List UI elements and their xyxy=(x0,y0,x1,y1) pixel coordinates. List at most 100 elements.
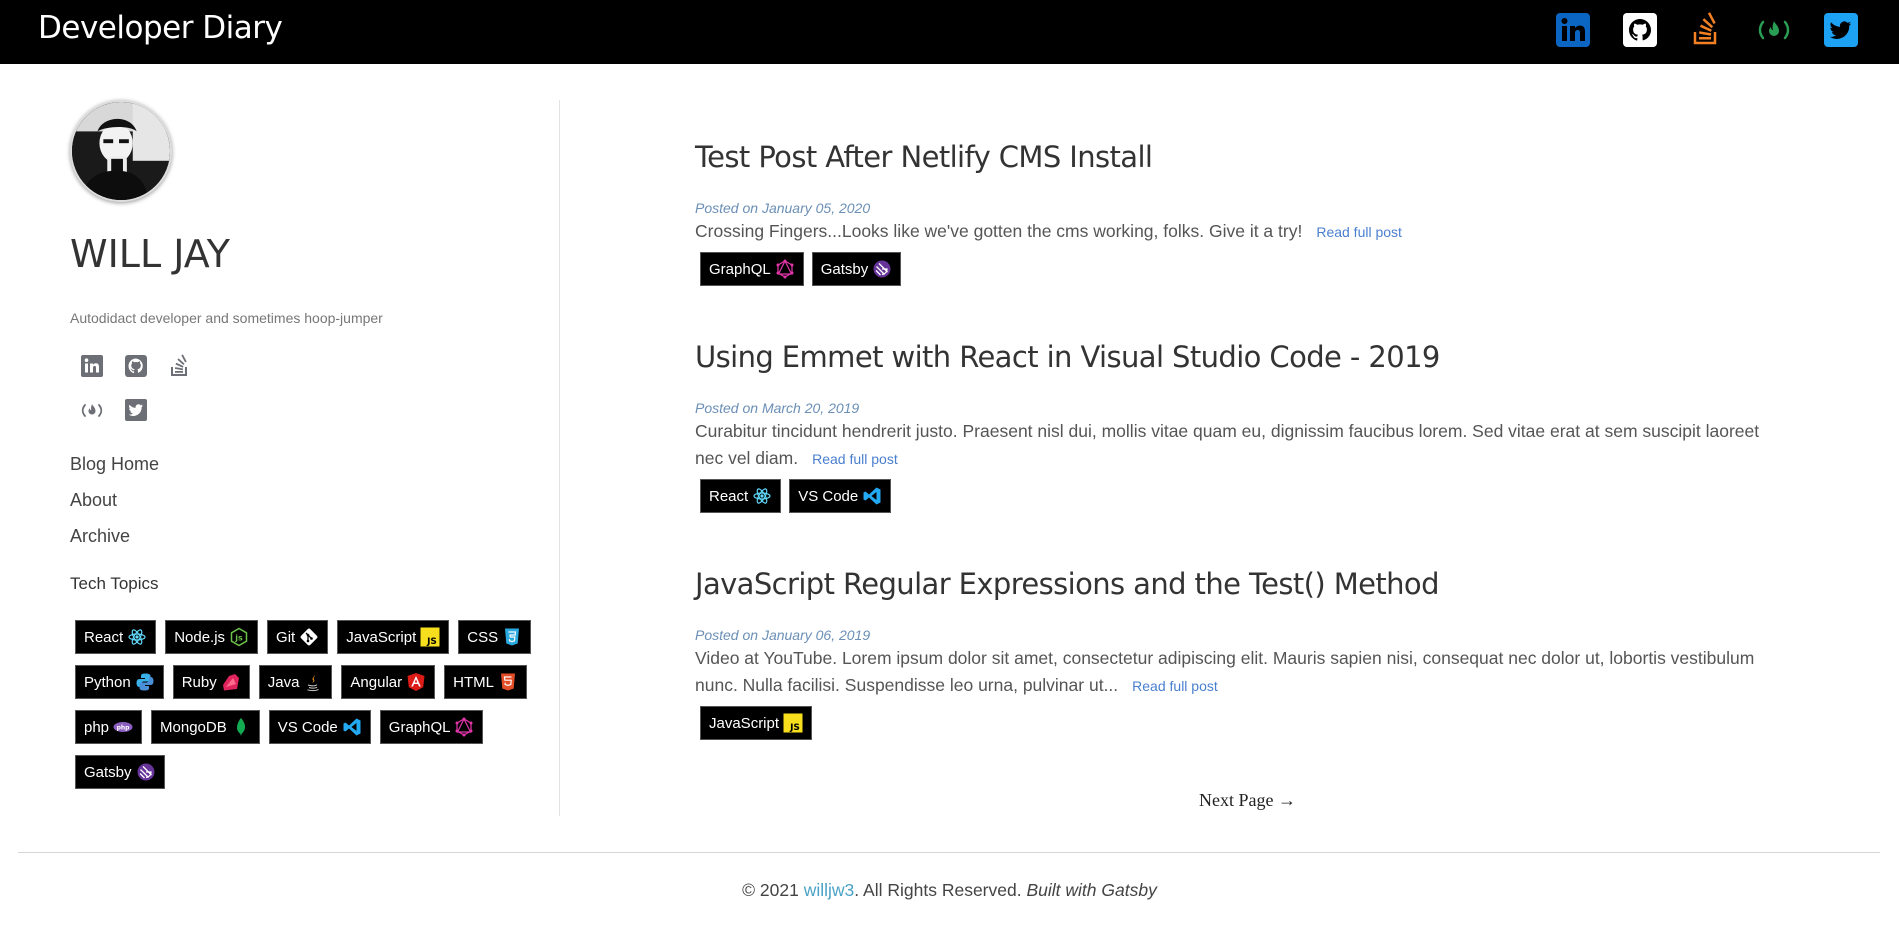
tag-react[interactable]: React xyxy=(700,479,782,513)
post-tags: JavaScript JS xyxy=(695,706,1775,740)
tech-topics-heading: Tech Topics xyxy=(70,574,159,593)
tag-graphql[interactable]: GraphQL xyxy=(379,710,484,744)
next-page-link[interactable]: Next Page → xyxy=(1199,790,1296,811)
post-title[interactable]: Test Post After Netlify CMS Install xyxy=(695,140,1775,174)
stackoverflow-icon[interactable] xyxy=(168,354,192,378)
linkedin-icon[interactable] xyxy=(1555,12,1591,48)
footer-gatsby-link[interactable]: Gatsby xyxy=(1101,880,1156,900)
php-icon: php xyxy=(113,717,133,737)
svg-text:JS: JS xyxy=(426,637,437,647)
post-excerpt-text: Crossing Fingers...Looks like we've gott… xyxy=(695,221,1303,241)
read-full-post-link[interactable]: Read full post xyxy=(1132,678,1218,694)
post-item: Using Emmet with React in Visual Studio … xyxy=(695,340,1775,513)
tag-html[interactable]: HTML xyxy=(444,665,527,699)
css-icon xyxy=(502,627,522,647)
tag-label: CSS xyxy=(467,628,499,646)
tag-label: VS Code xyxy=(277,718,338,736)
vertical-divider xyxy=(559,100,560,816)
tag-gatsby[interactable]: Gatsby xyxy=(811,252,902,286)
tag-label: React xyxy=(709,487,749,505)
tag-label: GraphQL xyxy=(388,718,451,736)
tag-react[interactable]: React xyxy=(75,620,157,654)
tag-label: JavaScript xyxy=(346,628,417,646)
svg-text:js: js xyxy=(234,634,243,643)
site-brand[interactable]: Developer Diary xyxy=(38,10,283,46)
nav-blog-home[interactable]: Blog Home xyxy=(70,446,550,482)
gatsby-icon xyxy=(136,762,156,782)
tag-label: HTML xyxy=(453,673,494,691)
post-excerpt: Curabitur tincidunt hendrerit justo. Pra… xyxy=(695,418,1775,473)
read-full-post-link[interactable]: Read full post xyxy=(812,451,898,467)
tag-vscode[interactable]: VS Code xyxy=(789,479,892,513)
post-excerpt: Crossing Fingers...Looks like we've gott… xyxy=(695,218,1775,246)
twitter-icon[interactable] xyxy=(124,398,148,422)
tag-javascript[interactable]: JavaScript JS xyxy=(337,620,450,654)
tag-python[interactable]: Python xyxy=(75,665,164,699)
post-item: JavaScript Regular Expressions and the T… xyxy=(695,567,1775,740)
post-excerpt-text: Video at YouTube. Lorem ipsum dolor sit … xyxy=(695,648,1755,695)
tag-mongodb[interactable]: MongoDB xyxy=(151,710,260,744)
svg-text:JS: JS xyxy=(789,723,800,733)
tag-label: React xyxy=(84,628,124,646)
angular-icon xyxy=(406,672,426,692)
javascript-icon: JS xyxy=(783,713,803,733)
post-title[interactable]: JavaScript Regular Expressions and the T… xyxy=(695,567,1775,601)
tag-label: Git xyxy=(276,628,296,646)
linkedin-icon[interactable] xyxy=(80,354,104,378)
stackoverflow-icon[interactable] xyxy=(1689,12,1725,48)
tag-label: Gatsby xyxy=(820,260,869,278)
author-name: WILL JAY xyxy=(70,232,230,276)
tag-label: VS Code xyxy=(798,487,859,505)
tag-javascript[interactable]: JavaScript JS xyxy=(700,706,813,740)
nav-archive[interactable]: Archive xyxy=(70,518,550,554)
nav-about[interactable]: About xyxy=(70,482,550,518)
post-item: Test Post After Netlify CMS Install Post… xyxy=(695,140,1775,286)
sidebar-nav: Blog Home About Archive xyxy=(70,446,550,554)
post-date: Posted on January 06, 2019 xyxy=(695,627,871,643)
footer-divider xyxy=(18,852,1880,853)
git-icon xyxy=(299,627,319,647)
post-tags: GraphQL Gatsby xyxy=(695,252,1775,286)
github-icon[interactable] xyxy=(1622,12,1658,48)
gatsby-icon xyxy=(872,259,892,279)
sidebar: WILL JAY Autodidact developer and someti… xyxy=(70,100,550,789)
tag-css[interactable]: CSS xyxy=(458,620,532,654)
mongodb-icon xyxy=(231,717,251,737)
post-excerpt: Video at YouTube. Lorem ipsum dolor sit … xyxy=(695,645,1775,700)
java-icon xyxy=(303,672,323,692)
sidebar-social-icons xyxy=(70,354,220,422)
tag-nodejs[interactable]: Node.js js xyxy=(165,620,259,654)
tech-topics-tags: React Node.js js Git JavaScript JS CSS Pyt… xyxy=(70,620,540,789)
tag-label: Angular xyxy=(350,673,403,691)
post-date: Posted on January 05, 2020 xyxy=(695,200,871,216)
footer-built-with: Built with xyxy=(1026,880,1097,900)
freecodecamp-icon[interactable] xyxy=(80,398,104,422)
footer-author-link[interactable]: willjw3 xyxy=(804,880,855,900)
post-title[interactable]: Using Emmet with React in Visual Studio … xyxy=(695,340,1775,374)
tag-java[interactable]: Java xyxy=(258,665,333,699)
top-navbar: Developer Diary xyxy=(0,0,1899,64)
tag-gatsby[interactable]: Gatsby xyxy=(75,755,165,789)
tag-angular[interactable]: Angular xyxy=(341,665,436,699)
tag-label: php xyxy=(84,718,110,736)
react-icon xyxy=(752,486,772,506)
html-icon xyxy=(498,672,518,692)
twitter-icon[interactable] xyxy=(1823,12,1859,48)
tag-php[interactable]: php php xyxy=(75,710,143,744)
tag-vscode[interactable]: VS Code xyxy=(268,710,371,744)
tag-label: Node.js xyxy=(174,628,226,646)
svg-text:php: php xyxy=(117,724,131,731)
tag-git[interactable]: Git xyxy=(267,620,329,654)
freecodecamp-icon[interactable] xyxy=(1756,12,1792,48)
tag-ruby[interactable]: Ruby xyxy=(172,665,250,699)
tag-graphql[interactable]: GraphQL xyxy=(700,252,804,286)
react-icon xyxy=(127,627,147,647)
github-icon[interactable] xyxy=(124,354,148,378)
vscode-icon xyxy=(862,486,882,506)
post-list: Test Post After Netlify CMS Install Post… xyxy=(695,140,1775,794)
python-icon xyxy=(135,672,155,692)
footer-rights: . All Rights Reserved. xyxy=(854,880,1022,900)
tag-label: Python xyxy=(84,673,131,691)
tag-label: Ruby xyxy=(181,673,217,691)
read-full-post-link[interactable]: Read full post xyxy=(1316,224,1402,240)
